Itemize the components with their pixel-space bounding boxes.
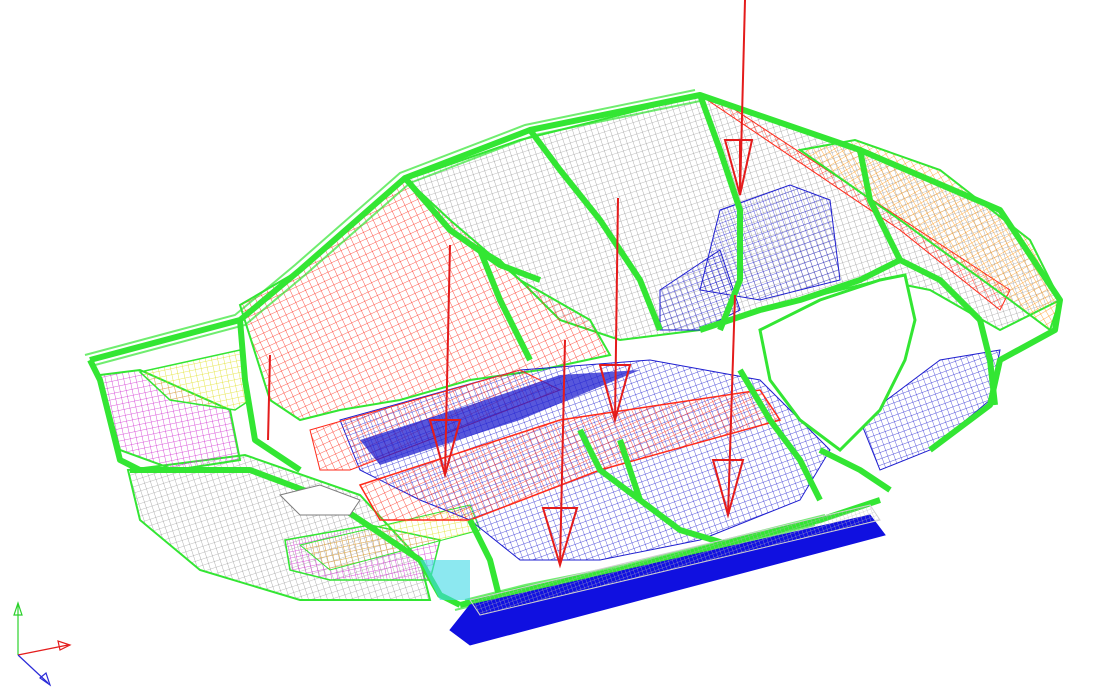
mesh-scene[interactable] [0,0,1095,691]
axis-triad-icon [13,601,72,687]
graphics-viewport[interactable] [0,0,1095,691]
